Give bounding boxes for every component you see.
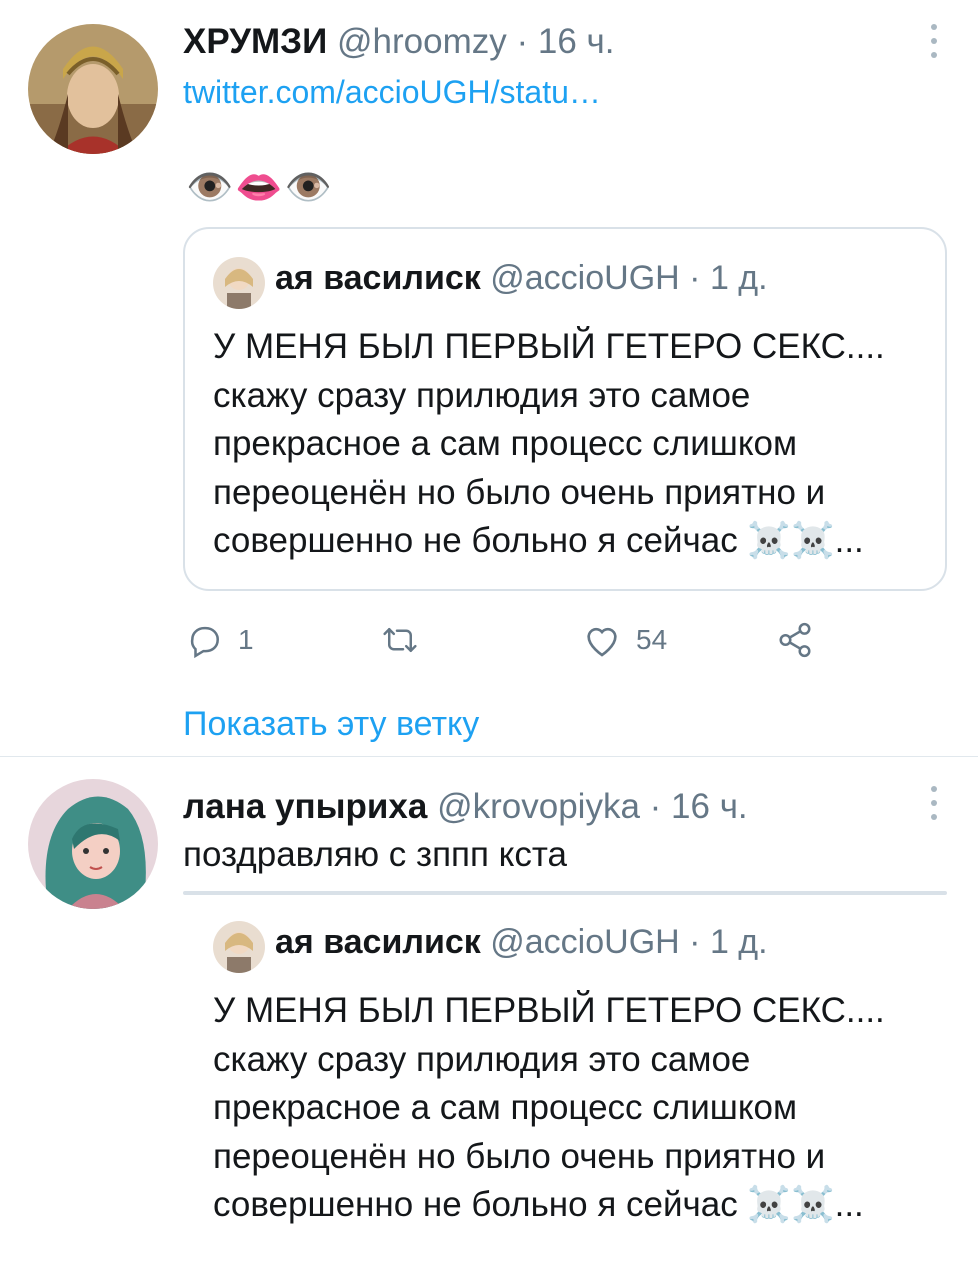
display-name[interactable]: лана упыриха xyxy=(183,787,427,826)
quoted-tweet[interactable]: ая василиск @accioUGH · 1 д. У МЕНЯ БЫЛ … xyxy=(183,891,947,1224)
reply-count: 1 xyxy=(238,624,254,655)
avatar[interactable] xyxy=(28,24,158,154)
timestamp[interactable]: 16 ч. xyxy=(671,787,748,826)
timestamp: 1 д. xyxy=(709,259,768,297)
timestamp: 1 д. xyxy=(709,923,768,961)
more-vertical-icon[interactable] xyxy=(928,24,940,58)
tweet-emoji: 👁️👄👁️ xyxy=(186,167,334,209)
timestamp[interactable]: 16 ч. xyxy=(538,22,615,61)
quote-header: ая василиск @accioUGH · 1 д. xyxy=(275,923,768,962)
tweet[interactable]: ХРУМЗИ @hroomzy · 16 ч. twitter.com/acci… xyxy=(0,0,978,756)
avatar[interactable] xyxy=(213,921,265,973)
like-count: 54 xyxy=(636,624,668,655)
quote-text: У МЕНЯ БЫЛ ПЕРВЫЙ ГЕТЕРО СЕКС.... скажу … xyxy=(213,327,885,560)
tweet-text: поздравляю с зппп кста xyxy=(183,835,567,874)
user-handle: @accioUGH xyxy=(490,923,680,961)
tweet-link[interactable]: twitter.com/accioUGH/statu… xyxy=(183,74,601,111)
retweet-button[interactable] xyxy=(380,616,434,664)
like-button[interactable]: 54 xyxy=(582,616,667,664)
separator-dot: · xyxy=(516,22,529,61)
like-icon xyxy=(582,621,622,659)
quote-header: ая василиск @accioUGH · 1 д. xyxy=(275,259,768,298)
separator-dot: · xyxy=(689,259,701,297)
avatar[interactable] xyxy=(213,257,265,309)
more-vertical-icon[interactable] xyxy=(928,786,940,820)
retweet-icon xyxy=(380,621,420,659)
user-handle: @accioUGH xyxy=(490,259,680,297)
separator-dot: · xyxy=(649,787,662,826)
avatar[interactable] xyxy=(28,779,158,909)
share-button[interactable] xyxy=(776,616,814,664)
reply-icon xyxy=(186,621,224,659)
quote-text: У МЕНЯ БЫЛ ПЕРВЫЙ ГЕТЕРО СЕКС.... скажу … xyxy=(213,991,885,1224)
tweet-header: лана упыриха @krovopiyka · 16 ч. xyxy=(183,787,748,827)
show-thread-link[interactable]: Показать эту ветку xyxy=(183,705,479,744)
tweet-header: ХРУМЗИ @hroomzy · 16 ч. xyxy=(183,22,614,62)
user-handle[interactable]: @krovopiyka xyxy=(437,787,640,826)
display-name: ая василиск xyxy=(275,259,481,297)
display-name: ая василиск xyxy=(275,923,481,961)
reply-button[interactable]: 1 xyxy=(186,616,254,664)
share-icon xyxy=(776,621,814,659)
quoted-tweet[interactable]: ая василиск @accioUGH · 1 д. У МЕНЯ БЫЛ … xyxy=(183,227,947,591)
separator-dot: · xyxy=(689,923,701,961)
user-handle[interactable]: @hroomzy xyxy=(337,22,507,61)
display-name[interactable]: ХРУМЗИ xyxy=(183,22,327,61)
action-bar: 1 54 xyxy=(186,616,826,664)
